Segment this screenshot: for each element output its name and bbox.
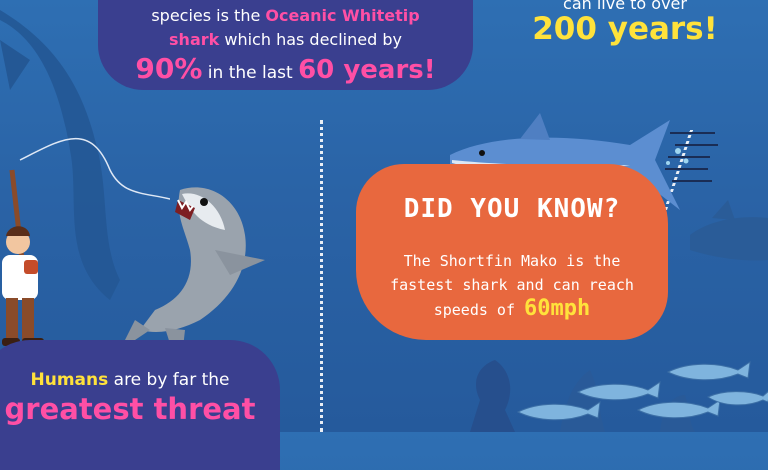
- card-title: DID YOU KNOW?: [403, 194, 621, 224]
- divider-dotted-left: [320, 120, 323, 432]
- bottom-fact-panel: Humans are by far the greatest threat: [0, 340, 280, 470]
- fish-school-illustration: [516, 360, 768, 421]
- top-fact-line2: shark which has declined by: [169, 30, 402, 49]
- bottom-line2: greatest threat: [4, 392, 256, 426]
- lifespan-text: can live to over 200 years!: [532, 0, 718, 47]
- card-line2: fastest shark and can reach: [390, 276, 634, 294]
- card-line3: speeds of 60mph: [433, 296, 591, 321]
- bottom-line1: Humans are by far the: [30, 370, 230, 390]
- top-fact-panel: species is the Oceanic Whitetip shark wh…: [98, 0, 473, 90]
- did-you-know-card: DID YOU KNOW? The Shortfin Mako is the f…: [356, 164, 668, 340]
- top-fact-line3: 90% in the last 60 years!: [135, 52, 436, 85]
- top-fact-line1: species is the Oceanic Whitetip: [151, 6, 420, 25]
- card-line1: The Shortfin Mako is the: [403, 252, 621, 270]
